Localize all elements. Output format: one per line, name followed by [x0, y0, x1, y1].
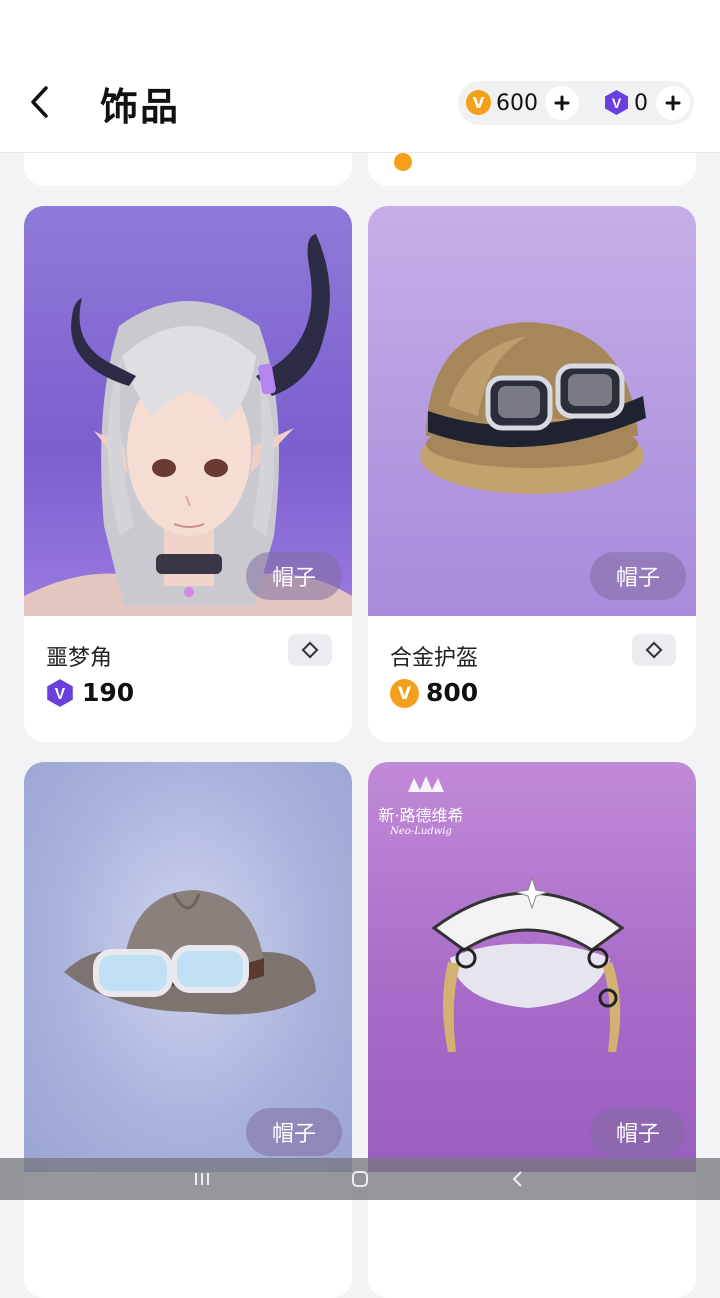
- category-tag: 帽子: [590, 1108, 686, 1156]
- try-on-button[interactable]: [288, 634, 332, 666]
- v-coin-icon: V: [466, 90, 491, 115]
- brand-watermark: 新·路德维希 Neo-Ludwig: [378, 806, 464, 837]
- svg-text:V: V: [55, 686, 66, 703]
- product-card[interactable]: 帽子 噩梦角 V 190: [24, 206, 352, 742]
- product-image: 帽子: [368, 206, 696, 616]
- diamond-outline-icon: [301, 641, 319, 659]
- recent-apps-icon[interactable]: [190, 1167, 214, 1191]
- v-hexagon-icon: V: [605, 90, 628, 115]
- v-hexagon-icon: V: [47, 679, 73, 707]
- add-coin-button[interactable]: [545, 86, 579, 120]
- product-card[interactable]: 帽子: [24, 762, 352, 1298]
- home-icon[interactable]: [348, 1167, 372, 1191]
- back-nav-icon[interactable]: [506, 1167, 530, 1191]
- price-value: 190: [82, 678, 135, 707]
- system-nav-bar: [0, 1158, 720, 1200]
- product-card[interactable]: 帽子 合金护盔 V 800: [368, 206, 696, 742]
- back-button[interactable]: [22, 84, 58, 120]
- category-tag: 帽子: [246, 552, 342, 600]
- add-vip-button[interactable]: [656, 86, 690, 120]
- category-tag: 帽子: [246, 1108, 342, 1156]
- price-value: 800: [426, 678, 479, 707]
- try-on-button[interactable]: [632, 634, 676, 666]
- coin-balance: 600: [496, 91, 538, 116]
- product-image: 帽子: [24, 206, 352, 616]
- plus-icon: [665, 95, 681, 111]
- svg-text:V: V: [612, 95, 622, 111]
- chevron-left-icon: [31, 86, 48, 118]
- wallet-bar: V 600 V 0: [458, 81, 694, 125]
- diamond-outline-icon: [645, 641, 663, 659]
- product-image: 帽子: [24, 762, 352, 1172]
- v-coin-icon: V: [390, 679, 419, 708]
- product-card[interactable]: 新·路德维希 Neo-Ludwig 帽子: [368, 762, 696, 1298]
- v-coin-icon: [394, 153, 412, 171]
- product-name: 噩梦角: [46, 646, 113, 671]
- product-image: 新·路德维希 Neo-Ludwig 帽子: [368, 762, 696, 1172]
- plus-icon: [554, 95, 570, 111]
- category-tag: 帽子: [590, 552, 686, 600]
- product-name: 合金护盔: [390, 646, 479, 671]
- vip-balance: 0: [634, 91, 648, 116]
- top-bar: 饰品 V 600 V 0: [0, 0, 720, 153]
- page-title: 饰品: [100, 85, 181, 129]
